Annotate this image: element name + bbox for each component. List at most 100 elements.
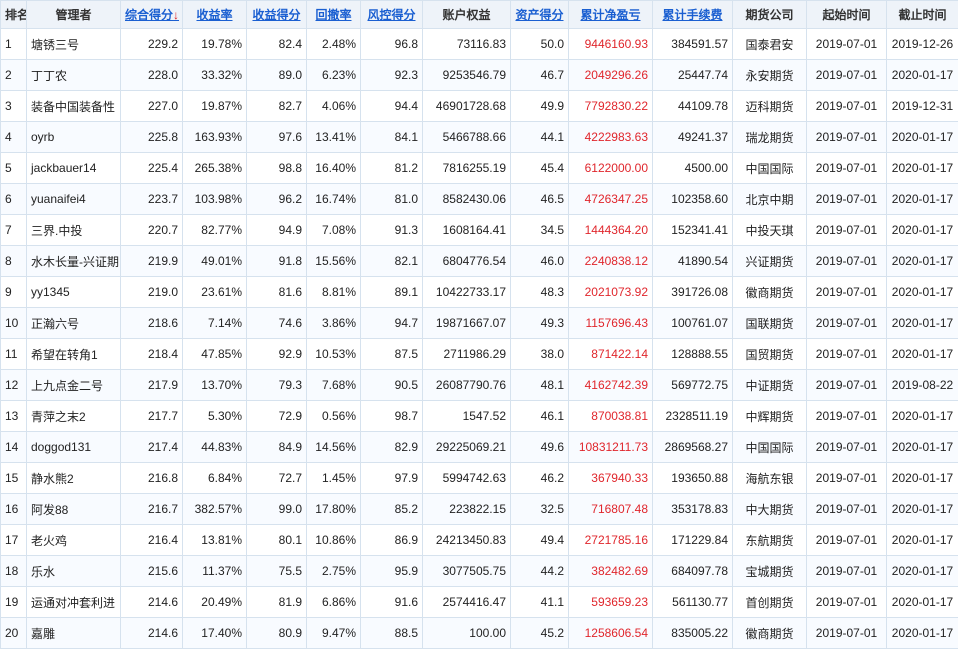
cell-company: 瑞龙期货	[733, 122, 807, 153]
cell-equity: 26087790.76	[423, 370, 511, 401]
column-header-asset-score[interactable]: 资产得分	[511, 1, 569, 29]
cell-end: 2020-01-17	[887, 339, 958, 370]
cell-total-score: 229.2	[121, 29, 183, 60]
cell-total-score: 215.6	[121, 556, 183, 587]
cell-end: 2020-01-17	[887, 184, 958, 215]
column-header-net-profit[interactable]: 累计净盈亏	[569, 1, 653, 29]
column-header-fees[interactable]: 累计手续费	[653, 1, 733, 29]
cell-manager: 丁丁农	[27, 60, 121, 91]
column-header-drawdown[interactable]: 回撤率	[307, 1, 361, 29]
cell-return-rate: 47.85%	[183, 339, 247, 370]
cell-manager: 阿发88	[27, 494, 121, 525]
cell-return-rate: 20.49%	[183, 587, 247, 618]
cell-rank: 6	[1, 184, 27, 215]
table-row[interactable]: 11希望在转角1218.447.85%92.910.53%87.52711986…	[1, 339, 958, 370]
cell-company: 中投天琪	[733, 215, 807, 246]
cell-manager: 老火鸡	[27, 525, 121, 556]
cell-return-rate: 44.83%	[183, 432, 247, 463]
cell-risk-score: 87.5	[361, 339, 423, 370]
cell-start: 2019-07-01	[807, 60, 887, 91]
cell-fees: 102358.60	[653, 184, 733, 215]
column-header-return-score[interactable]: 收益得分	[247, 1, 307, 29]
cell-net-profit: 593659.23	[569, 587, 653, 618]
table-row[interactable]: 3装备中国装备性227.019.87%82.74.06%94.446901728…	[1, 91, 958, 122]
table-row[interactable]: 9yy1345219.023.61%81.68.81%89.110422733.…	[1, 277, 958, 308]
table-row[interactable]: 1塘锈三号229.219.78%82.42.48%96.873116.8350.…	[1, 29, 958, 60]
cell-risk-score: 95.9	[361, 556, 423, 587]
cell-equity: 5466788.66	[423, 122, 511, 153]
table-row[interactable]: 6yuanaifei4223.7103.98%96.216.74%81.0858…	[1, 184, 958, 215]
table-row[interactable]: 15静水熊2216.86.84%72.71.45%97.95994742.634…	[1, 463, 958, 494]
table-row[interactable]: 5jackbauer14225.4265.38%98.816.40%81.278…	[1, 153, 958, 184]
cell-return-score: 81.6	[247, 277, 307, 308]
table-row[interactable]: 4oyrb225.8163.93%97.613.41%84.15466788.6…	[1, 122, 958, 153]
cell-rank: 14	[1, 432, 27, 463]
cell-start: 2019-07-01	[807, 91, 887, 122]
cell-asset-score: 46.0	[511, 246, 569, 277]
table-row[interactable]: 13青萍之末2217.75.30%72.90.56%98.71547.5246.…	[1, 401, 958, 432]
cell-manager: 正瀚六号	[27, 308, 121, 339]
table-row[interactable]: 2丁丁农228.033.32%89.06.23%92.39253546.7946…	[1, 60, 958, 91]
cell-asset-score: 45.4	[511, 153, 569, 184]
cell-risk-score: 91.6	[361, 587, 423, 618]
cell-manager: 水木长量-兴证期	[27, 246, 121, 277]
cell-manager: 嘉雕	[27, 618, 121, 649]
cell-total-score: 223.7	[121, 184, 183, 215]
cell-asset-score: 32.5	[511, 494, 569, 525]
cell-fees: 100761.07	[653, 308, 733, 339]
cell-end: 2020-01-17	[887, 215, 958, 246]
table-row[interactable]: 12上九点金二号217.913.70%79.37.68%90.526087790…	[1, 370, 958, 401]
cell-drawdown: 15.56%	[307, 246, 361, 277]
cell-fees: 41890.54	[653, 246, 733, 277]
cell-return-rate: 265.38%	[183, 153, 247, 184]
cell-risk-score: 90.5	[361, 370, 423, 401]
column-header-equity: 账户权益	[423, 1, 511, 29]
cell-start: 2019-07-01	[807, 370, 887, 401]
cell-total-score: 225.8	[121, 122, 183, 153]
column-header-total-score[interactable]: 综合得分↓	[121, 1, 183, 29]
cell-return-rate: 33.32%	[183, 60, 247, 91]
table-row[interactable]: 20嘉雕214.617.40%80.99.47%88.5100.0045.212…	[1, 618, 958, 649]
cell-rank: 3	[1, 91, 27, 122]
cell-start: 2019-07-01	[807, 246, 887, 277]
cell-start: 2019-07-01	[807, 618, 887, 649]
table-row[interactable]: 19运通对冲套利进214.620.49%81.96.86%91.62574416…	[1, 587, 958, 618]
cell-start: 2019-07-01	[807, 308, 887, 339]
column-header-label: 期货公司	[745, 8, 793, 22]
cell-end: 2020-01-17	[887, 246, 958, 277]
table-row[interactable]: 14doggod131217.444.83%84.914.56%82.92922…	[1, 432, 958, 463]
cell-end: 2019-12-31	[887, 91, 958, 122]
column-header-risk-score[interactable]: 风控得分	[361, 1, 423, 29]
cell-drawdown: 9.47%	[307, 618, 361, 649]
cell-start: 2019-07-01	[807, 401, 887, 432]
cell-return-rate: 17.40%	[183, 618, 247, 649]
table-row[interactable]: 18乐水215.611.37%75.52.75%95.93077505.7544…	[1, 556, 958, 587]
cell-total-score: 217.4	[121, 432, 183, 463]
cell-manager: 三界.中投	[27, 215, 121, 246]
table-row[interactable]: 8水木长量-兴证期219.949.01%91.815.56%82.1680477…	[1, 246, 958, 277]
column-header-return-rate[interactable]: 收益率	[183, 1, 247, 29]
cell-asset-score: 46.7	[511, 60, 569, 91]
cell-net-profit: 9446160.93	[569, 29, 653, 60]
cell-return-rate: 382.57%	[183, 494, 247, 525]
cell-start: 2019-07-01	[807, 463, 887, 494]
cell-return-rate: 11.37%	[183, 556, 247, 587]
cell-return-rate: 13.81%	[183, 525, 247, 556]
cell-drawdown: 16.40%	[307, 153, 361, 184]
cell-company: 海航东银	[733, 463, 807, 494]
cell-total-score: 225.4	[121, 153, 183, 184]
table-row[interactable]: 17老火鸡216.413.81%80.110.86%86.924213450.8…	[1, 525, 958, 556]
cell-equity: 19871667.07	[423, 308, 511, 339]
table-row[interactable]: 7三界.中投220.782.77%94.97.08%91.31608164.41…	[1, 215, 958, 246]
cell-end: 2019-12-26	[887, 29, 958, 60]
cell-start: 2019-07-01	[807, 432, 887, 463]
cell-equity: 3077505.75	[423, 556, 511, 587]
cell-rank: 7	[1, 215, 27, 246]
table-row[interactable]: 10正瀚六号218.67.14%74.63.86%94.719871667.07…	[1, 308, 958, 339]
cell-start: 2019-07-01	[807, 153, 887, 184]
cell-total-score: 228.0	[121, 60, 183, 91]
cell-equity: 7816255.19	[423, 153, 511, 184]
table-row[interactable]: 16阿发88216.7382.57%99.017.80%85.2223822.1…	[1, 494, 958, 525]
cell-return-score: 97.6	[247, 122, 307, 153]
cell-company: 兴证期货	[733, 246, 807, 277]
